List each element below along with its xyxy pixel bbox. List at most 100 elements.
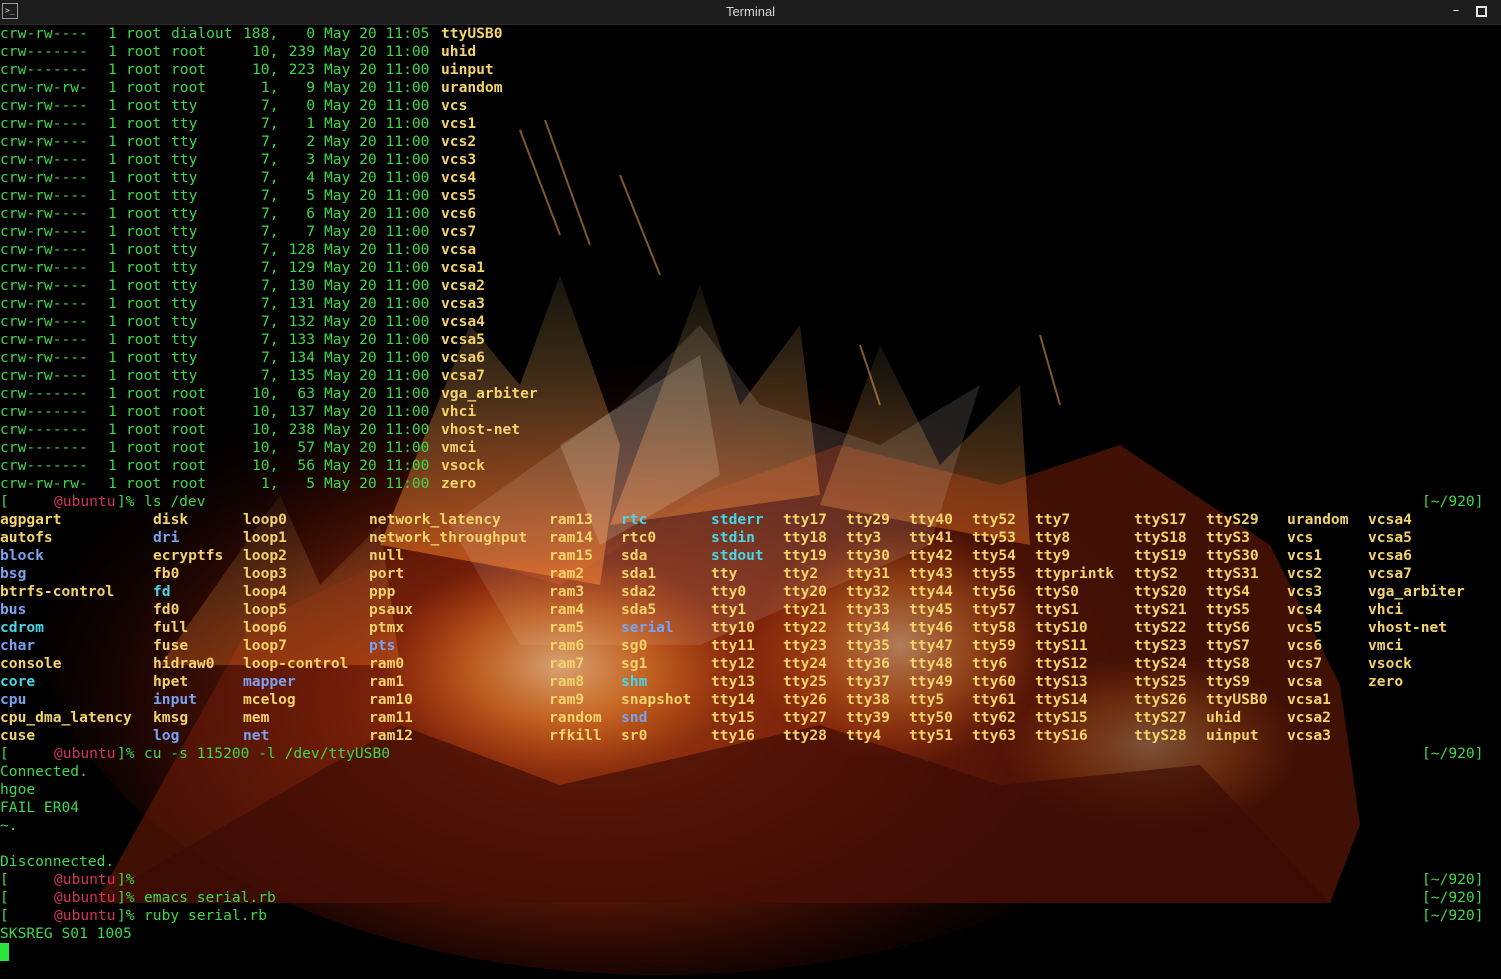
device-entry: ram12: [369, 727, 413, 744]
prompt-line: [@ubuntu]% cu -s 115200 -l /dev/ttyUSB0 [~…: [0, 745, 1501, 763]
device-entry: ttyS11: [1035, 637, 1088, 654]
date-column: May 20 11:00: [324, 151, 430, 168]
device-entry: tty41: [909, 529, 953, 546]
ls-grid-row: core hpet mapper ram1 ram8 shm tty13 tty25 tty37…: [0, 673, 1501, 691]
minimize-button[interactable]: –: [1448, 3, 1464, 19]
device-entry: vcs6: [1287, 637, 1323, 654]
perm-column: crw-rw----: [0, 277, 88, 294]
device-entry: ttyS17: [1134, 511, 1187, 528]
ls-long-line: crw-rw---- 1 root tty 7, 2 May 20 11:00 vcs2: [0, 133, 1501, 151]
major-column: 7,: [261, 259, 279, 276]
device-entry: tty15: [711, 709, 755, 726]
ls-long-line: crw-rw---- 1 root tty 7, 132 May 20 11:00 vcsa4: [0, 313, 1501, 331]
device-entry: bsg: [0, 565, 27, 582]
device-entry: loop1: [243, 529, 287, 546]
major-column: 7,: [261, 115, 279, 132]
device-entry: block: [0, 547, 44, 564]
group-column: tty: [171, 349, 198, 366]
device-entry: vcs1: [1287, 547, 1323, 564]
date-column: May 20 11:00: [324, 61, 430, 78]
ls-long-line: crw-rw---- 1 root tty 7, 0 May 20 11:00 vcs: [0, 97, 1501, 115]
device-name: vcsa5: [441, 331, 485, 348]
group-column: tty: [171, 151, 198, 168]
minor-column: 132: [288, 313, 315, 330]
date-column: May 20 11:00: [324, 295, 430, 312]
device-entry: ttyS21: [1134, 601, 1187, 618]
owner-column: root: [126, 457, 162, 474]
prompt-bracket-open: [: [0, 907, 9, 924]
ls-long-line: crw-rw---- 1 root tty 7, 131 May 20 11:00 vcsa3: [0, 295, 1501, 313]
minor-column: 57: [297, 439, 315, 456]
device-name: vcs3: [441, 151, 477, 168]
device-entry: input: [153, 691, 197, 708]
ls-long-line: crw------- 1 root root 10, 238 May 20 11:00 vho…: [0, 421, 1501, 439]
terminal-area[interactable]: crw-rw---- 1 root dialout 188, 0 May 20 11:05 t…: [0, 25, 1501, 979]
prompt-line: [@ubuntu]% [~/920]: [0, 871, 1501, 889]
device-entry: tty33: [846, 601, 890, 618]
window-titlebar[interactable]: >_ Terminal –: [0, 0, 1501, 25]
group-column: root: [171, 61, 207, 78]
device-entry: loop3: [243, 565, 287, 582]
device-entry: tty22: [783, 619, 827, 636]
device-entry: vcs7: [1287, 655, 1323, 672]
perm-column: crw-rw-rw-: [0, 475, 88, 492]
output-text: hgoe: [0, 781, 36, 798]
links-column: 1: [108, 385, 117, 402]
device-entry: tty35: [846, 637, 890, 654]
minor-column: 133: [288, 331, 315, 348]
major-column: 7,: [261, 349, 279, 366]
date-column: May 20 11:00: [324, 457, 430, 474]
device-entry: tty57: [972, 601, 1016, 618]
perm-column: crw-rw----: [0, 205, 88, 222]
perm-column: crw-------: [0, 403, 88, 420]
device-entry: vcs5: [1287, 619, 1323, 636]
links-column: 1: [108, 223, 117, 240]
device-entry: ram7: [549, 655, 585, 672]
date-column: May 20 11:00: [324, 115, 430, 132]
date-column: May 20 11:00: [324, 421, 430, 438]
major-column: 7,: [261, 133, 279, 150]
maximize-button[interactable]: [1473, 3, 1489, 19]
prompt-host: @ubuntu: [54, 745, 116, 762]
device-entry: vcs2: [1287, 565, 1323, 582]
prompt-bracket-open: [: [0, 745, 9, 762]
minor-column: 130: [288, 277, 315, 294]
device-entry: ttyS19: [1134, 547, 1187, 564]
output-line: Connected.: [0, 763, 1501, 781]
device-entry: tty30: [846, 547, 890, 564]
prompt-host: @ubuntu: [54, 889, 116, 906]
device-entry: loop4: [243, 583, 287, 600]
device-entry: tty7: [1035, 511, 1071, 528]
device-name: ttyUSB0: [441, 25, 503, 42]
device-entry: cdrom: [0, 619, 44, 636]
output-line: SKSREG S01 1005: [0, 925, 1501, 943]
group-column: root: [171, 421, 207, 438]
device-entry: ttyS13: [1035, 673, 1088, 690]
output-text: Disconnected.: [0, 853, 115, 870]
device-entry: port: [369, 565, 405, 582]
device-name: vcsa6: [441, 349, 485, 366]
device-entry: ram4: [549, 601, 585, 618]
ls-long-line: crw-rw---- 1 root tty 7, 135 May 20 11:00 vcsa7: [0, 367, 1501, 385]
device-entry: hpet: [153, 673, 189, 690]
device-entry: tty20: [783, 583, 827, 600]
device-entry: shm: [621, 673, 648, 690]
group-column: tty: [171, 367, 198, 384]
device-name: zero: [441, 475, 477, 492]
device-entry: tty38: [846, 691, 890, 708]
prompt-cwd: [~/920]: [1422, 907, 1484, 924]
ls-grid-row: btrfs-control fd loop4 ppp ram3 sda2 tty0 tty20…: [0, 583, 1501, 601]
device-entry: tty13: [711, 673, 755, 690]
device-entry: tty50: [909, 709, 953, 726]
output-text: ~.: [0, 817, 18, 834]
device-entry: tty53: [972, 529, 1016, 546]
device-entry: tty17: [783, 511, 827, 528]
device-entry: loop7: [243, 637, 287, 654]
device-entry: ram10: [369, 691, 413, 708]
output-text: Connected.: [0, 763, 88, 780]
date-column: May 20 11:00: [324, 349, 430, 366]
device-entry: tty48: [909, 655, 953, 672]
links-column: 1: [108, 313, 117, 330]
device-entry: btrfs-control: [0, 583, 115, 600]
device-entry: ttyS9: [1206, 673, 1250, 690]
